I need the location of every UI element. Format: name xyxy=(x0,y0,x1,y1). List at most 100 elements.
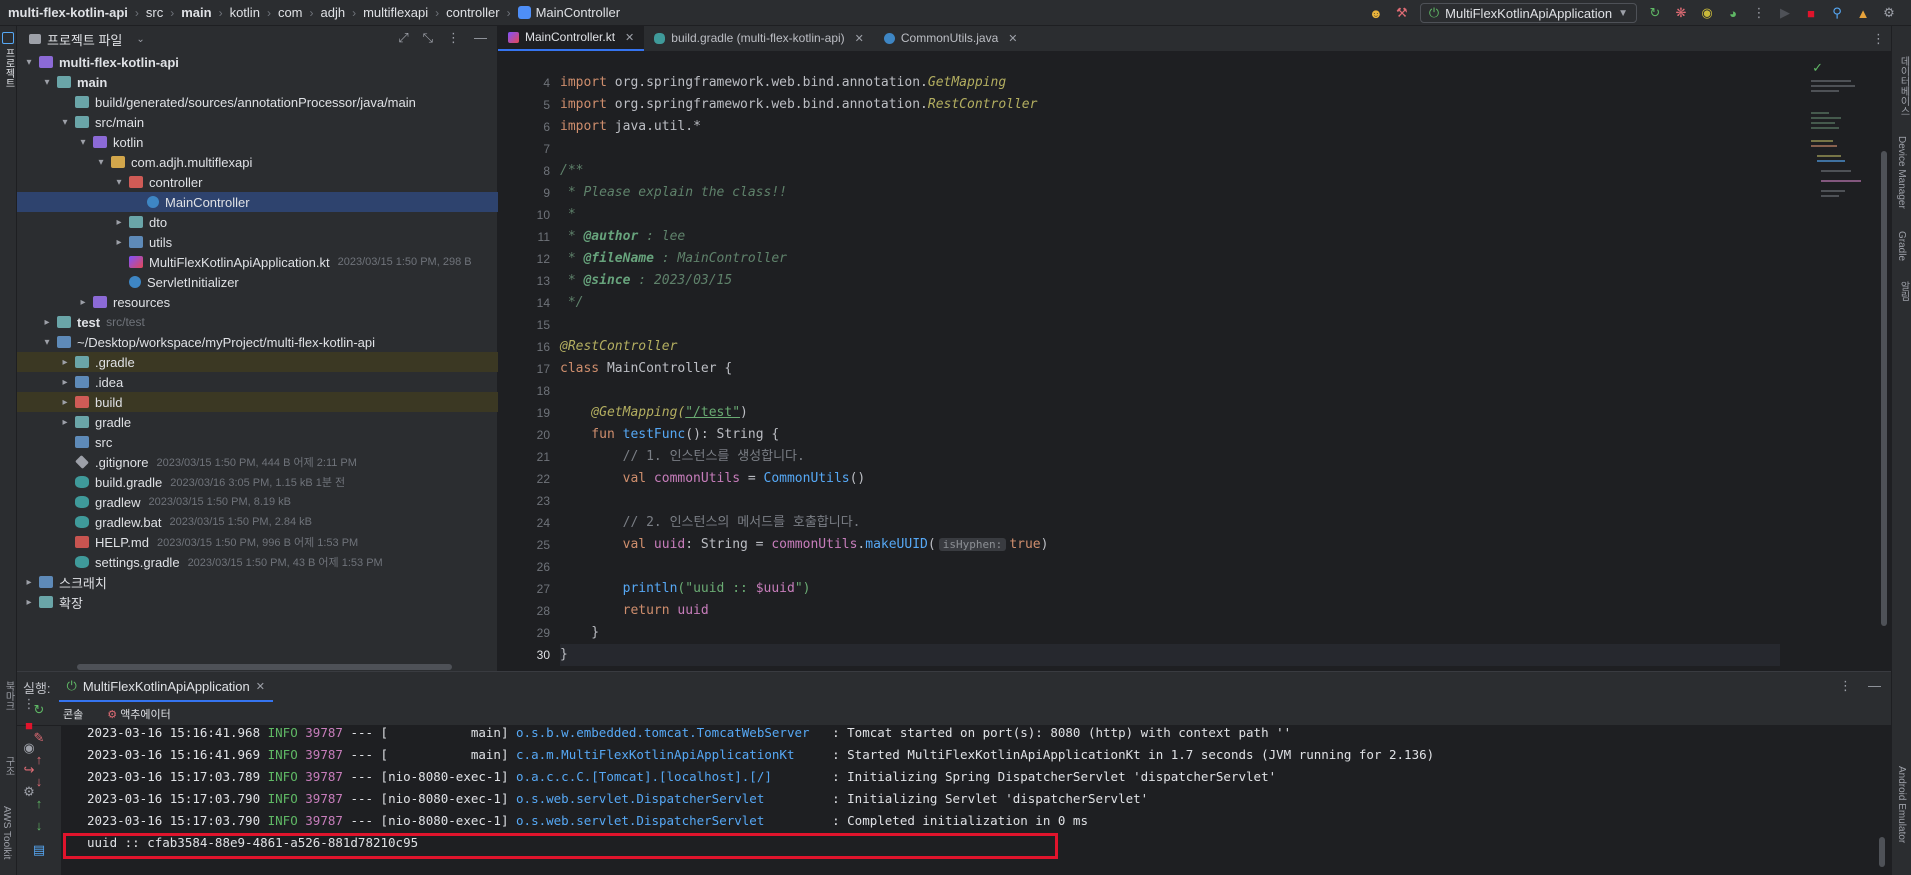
profile-icon[interactable]: ◕ xyxy=(1725,5,1741,21)
chevron-right-icon[interactable]: ▸ xyxy=(77,297,89,308)
close-icon[interactable]: ✕ xyxy=(256,680,265,693)
settings-gear-icon[interactable]: ⚙ xyxy=(21,784,37,800)
tree-item[interactable]: ▸ .idea xyxy=(17,372,498,392)
notifications-label[interactable]: 알림 xyxy=(1896,281,1911,301)
tree-item[interactable]: ▾ com.adjh.multiflexapi xyxy=(17,152,498,172)
minimize-icon[interactable]: — xyxy=(474,30,487,46)
chevron-down-icon[interactable]: ▾ xyxy=(41,77,53,88)
tree-item[interactable]: MultiFlexKotlinApiApplication.kt 2023/03/… xyxy=(17,252,498,272)
console-output[interactable]: 2023-03-16 15:16:41.968 INFO 39787 --- [… xyxy=(61,726,1871,875)
tree-item[interactable]: ▾ kotlin xyxy=(17,132,498,152)
chevron-right-icon[interactable]: ▸ xyxy=(59,357,71,368)
tree-item[interactable]: .gitignore 2023/03/15 1:50 PM, 444 B 어제 2… xyxy=(17,452,498,472)
chevron-right-icon[interactable]: ▸ xyxy=(23,597,35,608)
tree-item[interactable]: ▸ .gradle xyxy=(17,352,498,372)
tree-item[interactable]: src xyxy=(17,432,498,452)
chevron-right-icon[interactable]: ▸ xyxy=(59,377,71,388)
vertical-scrollbar[interactable] xyxy=(1881,151,1887,626)
breadcrumb-item[interactable]: adjh xyxy=(321,5,346,20)
minimize-icon[interactable]: — xyxy=(1868,678,1881,694)
tree-item[interactable]: ▸ 확장 xyxy=(17,592,498,612)
android-emulator-label[interactable]: Android Emulator xyxy=(1896,766,1907,843)
tab-actuator[interactable]: ⚙ 액추에이터 xyxy=(107,706,171,722)
tree-item[interactable]: ▾ multi-flex-kotlin-api xyxy=(17,52,498,72)
tree-item[interactable]: ▾ controller xyxy=(17,172,498,192)
tab-console[interactable]: 콘솔 xyxy=(63,706,83,722)
chevron-down-icon[interactable]: ▾ xyxy=(41,337,53,348)
close-icon[interactable]: ✕ xyxy=(625,31,634,44)
tree-item[interactable]: gradlew 2023/03/15 1:50 PM, 8.19 kB xyxy=(17,492,498,512)
tree-item[interactable]: ▸ gradle xyxy=(17,412,498,432)
chevron-down-icon[interactable]: ▾ xyxy=(77,137,89,148)
rerun-icon[interactable]: ↻ xyxy=(1647,5,1663,21)
chevron-down-icon[interactable]: ▾ xyxy=(23,57,35,68)
chevron-right-icon[interactable]: ▸ xyxy=(23,577,35,588)
more-options-icon[interactable]: ⋮ xyxy=(447,30,460,46)
chevron-right-icon[interactable]: ▸ xyxy=(41,317,53,328)
project-folder-icon[interactable] xyxy=(2,32,14,44)
breadcrumb-item[interactable]: src xyxy=(146,5,163,20)
tree-item[interactable]: ▸ test src/test xyxy=(17,312,498,332)
more-options-icon[interactable]: ⋮ xyxy=(1839,678,1852,694)
close-icon[interactable]: ✕ xyxy=(1008,32,1017,45)
breadcrumb-item[interactable]: main xyxy=(181,5,211,20)
tab-build-gradle[interactable]: build.gradle (multi-flex-kotlin-api) ✕ xyxy=(644,25,874,51)
chevron-right-icon[interactable]: ▸ xyxy=(59,397,71,408)
breadcrumb-item[interactable]: controller xyxy=(446,5,499,20)
tree-item[interactable]: ▸ dto xyxy=(17,212,498,232)
device-manager-label[interactable]: Device Manager xyxy=(1896,136,1907,209)
chevron-right-icon[interactable]: ▸ xyxy=(113,217,125,228)
run-tab[interactable]: ⏻ MultiFlexKotlinApiApplication ✕ xyxy=(58,672,273,702)
tree-item[interactable]: gradlew.bat 2023/03/15 1:50 PM, 2.84 kB xyxy=(17,512,498,532)
search-icon[interactable]: ⚲ xyxy=(1829,5,1845,21)
expand-all-icon[interactable]: ⤢ xyxy=(398,30,408,46)
exit-icon[interactable]: ↪ xyxy=(21,762,37,778)
database-tool-label[interactable]: 데이터베이스 xyxy=(1896,56,1911,116)
tree-item[interactable]: ▾ ~/Desktop/workspace/myProject/multi-fle… xyxy=(17,332,498,352)
chevron-down-icon[interactable]: ▾ xyxy=(95,157,107,168)
build-hammer-icon[interactable]: ⚒ xyxy=(1394,5,1410,21)
chevron-down-icon[interactable]: ▾ xyxy=(59,117,71,128)
run-configuration-dropdown[interactable]: ⏻ MultiFlexKotlinApiApplication ▼ xyxy=(1419,3,1637,23)
tree-item[interactable]: HELP.md 2023/03/15 1:50 PM, 996 B 어제 1:53… xyxy=(17,532,498,552)
tree-item[interactable]: ▸ 스크래치 xyxy=(17,572,498,592)
breadcrumb-item[interactable]: com xyxy=(278,5,303,20)
tree-item[interactable]: settings.gradle 2023/03/15 1:50 PM, 43 B … xyxy=(17,552,498,572)
tree-item[interactable]: ServletInitializer xyxy=(17,272,498,292)
chevron-down-icon[interactable]: ▾ xyxy=(113,177,125,188)
chevron-down-icon[interactable]: ⌄ xyxy=(136,34,144,45)
tree-item[interactable]: ▸ build xyxy=(17,392,498,412)
chevron-right-icon[interactable]: ▸ xyxy=(113,237,125,248)
more-run-icon[interactable]: ⋮ xyxy=(1751,5,1767,21)
tree-item[interactable]: ▸ utils xyxy=(17,232,498,252)
users-icon[interactable]: ☻ xyxy=(1368,5,1384,21)
breadcrumb-item[interactable]: kotlin xyxy=(230,5,260,20)
breadcrumb-item[interactable]: multi-flex-kotlin-api xyxy=(8,5,128,20)
collapse-all-icon[interactable]: ⤡ xyxy=(423,30,433,46)
tree-item[interactable]: MainController xyxy=(17,192,498,212)
bookmarks-tool-label[interactable]: 북마크 xyxy=(1,681,16,711)
update-icon[interactable]: ▲ xyxy=(1855,5,1871,21)
breadcrumb-item[interactable]: multiflexapi xyxy=(363,5,428,20)
tree-item[interactable]: ▸ resources xyxy=(17,292,498,312)
tree-item[interactable]: build.gradle 2023/03/16 3:05 PM, 1.15 kB … xyxy=(17,472,498,492)
camera-icon[interactable]: ◉ xyxy=(21,740,37,756)
project-tool-label[interactable]: 프로젝트 xyxy=(1,48,16,88)
tab-menu-icon[interactable]: ⋮ xyxy=(1872,31,1885,47)
horizontal-scrollbar[interactable] xyxy=(77,664,452,670)
console-scrollbar[interactable] xyxy=(1879,837,1885,867)
aws-toolkit-label[interactable]: AWS Toolkit xyxy=(1,806,12,859)
chevron-right-icon[interactable]: ▸ xyxy=(59,417,71,428)
stop-icon[interactable]: ■ xyxy=(1803,5,1819,21)
breadcrumb-item[interactable]: MainController xyxy=(536,5,621,20)
code-minimap[interactable] xyxy=(1809,52,1891,232)
structure-tool-label[interactable]: 구조 xyxy=(1,756,16,776)
tab-main-controller[interactable]: MainController.kt ✕ xyxy=(498,25,645,51)
close-icon[interactable]: ✕ xyxy=(855,32,864,45)
coverage-icon[interactable]: ◉ xyxy=(1699,5,1715,21)
settings-gear-icon[interactable]: ⚙ xyxy=(1881,5,1897,21)
tab-common-utils[interactable]: CommonUtils.java ✕ xyxy=(874,25,1028,51)
resume-icon[interactable]: ▶ xyxy=(1777,5,1793,21)
more-options-icon[interactable]: ⋮ xyxy=(21,696,37,712)
tree-item[interactable]: ▾ main xyxy=(17,72,498,92)
